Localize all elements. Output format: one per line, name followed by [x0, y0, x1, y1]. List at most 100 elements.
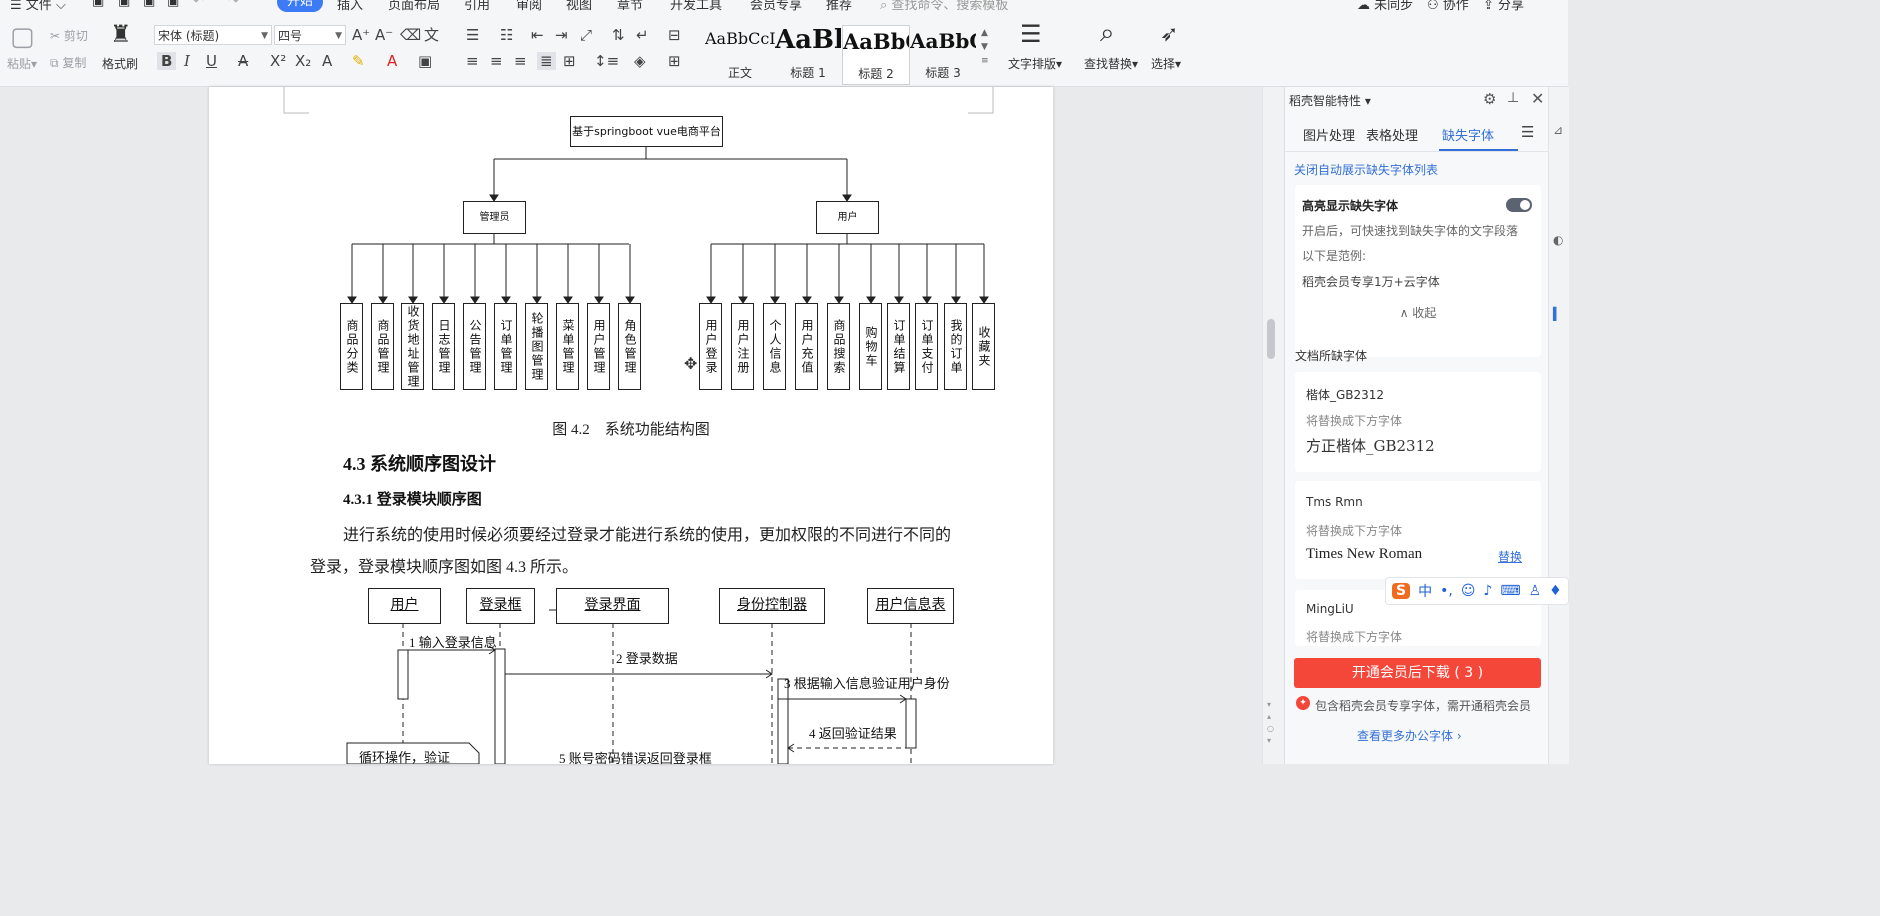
tab-review[interactable]: 审阅	[516, 0, 542, 12]
font-family-select[interactable]: 宋体 (标题) ▼	[154, 25, 272, 45]
document-page[interactable]: 基于springboot vue电商平台 管理员 用户 商品分类 商品管理 收货…	[209, 87, 1053, 766]
scrollbar-thumb[interactable]	[1267, 319, 1275, 359]
format-painter-button[interactable]: 格式刷	[102, 55, 138, 72]
highlight-toggle[interactable]	[1506, 198, 1532, 212]
print-icon[interactable]: ▣	[143, 0, 155, 9]
tab-references[interactable]: 引用	[464, 0, 490, 12]
tab-table-processing[interactable]: 表格处理	[1366, 125, 1418, 144]
collapse-link[interactable]: ∧ 收起	[1295, 304, 1541, 321]
strikethrough-icon[interactable]: A	[238, 52, 248, 70]
cursor-icon[interactable]: ➶	[1160, 22, 1178, 47]
microphone-icon[interactable]: ♪	[1483, 583, 1492, 599]
tab-section[interactable]: 章节	[617, 0, 643, 12]
phonetic-icon[interactable]: 文	[424, 26, 439, 44]
styles-scroll[interactable]: ▲ ▼ ≡	[981, 26, 989, 68]
shading-icon[interactable]: ◈	[634, 52, 646, 70]
decrease-indent-icon[interactable]: ⇤	[531, 26, 544, 44]
tab-image-processing[interactable]: 图片处理	[1303, 125, 1355, 144]
close-auto-show-link[interactable]: 关闭自动展示缺失字体列表	[1294, 161, 1438, 178]
tab-member[interactable]: 会员专享	[750, 0, 802, 12]
save-icon[interactable]: ▣	[92, 0, 104, 9]
char-border-icon[interactable]: ▣	[418, 52, 432, 70]
skin-icon[interactable]: ♦	[1549, 583, 1562, 599]
command-search[interactable]: ⌕ 查找命令、搜索模板	[880, 0, 1008, 12]
bold-icon[interactable]: B	[157, 52, 177, 70]
select-button[interactable]: 选择▾	[1151, 55, 1181, 72]
tab-home[interactable]: 开始	[277, 0, 324, 12]
scroll-arrows[interactable]: ▾ ▴ ○ ▾	[1267, 699, 1274, 747]
collab-button[interactable]: ⚇ 协作	[1427, 0, 1469, 12]
tab-insert[interactable]: 插入	[337, 0, 363, 12]
style-heading2[interactable]: AaBbC 标题 2	[842, 25, 910, 85]
side-tool-icon[interactable]: ◐	[1553, 233, 1563, 247]
line-break-icon[interactable]: ↵	[636, 26, 649, 44]
align-right-icon[interactable]: ≡	[514, 52, 527, 70]
style-normal[interactable]: AaBbCcI 正文	[705, 25, 775, 83]
text-layout-button[interactable]: 文字排版▾	[1008, 55, 1062, 72]
gear-icon[interactable]: ⚙	[1483, 90, 1496, 108]
justify-icon[interactable]: ≣	[537, 52, 556, 70]
download-button[interactable]: 开通会员后下载 ( 3 )	[1294, 658, 1541, 688]
redo-icon[interactable]: ↷	[228, 0, 239, 9]
document-scrollbar[interactable]: ▾ ▴ ○ ▾	[1262, 87, 1285, 764]
text-layout-icon[interactable]: ☰	[1020, 20, 1042, 48]
text-effect-icon[interactable]: A	[322, 52, 332, 70]
style-heading3[interactable]: AaBbC 标题 3	[910, 25, 976, 83]
ime-mode[interactable]: 中	[1418, 581, 1432, 601]
user-icon[interactable]: ♙	[1529, 583, 1542, 599]
undo-icon[interactable]: ↶	[193, 0, 204, 9]
font-color-icon[interactable]: A	[387, 52, 397, 70]
subscript-icon[interactable]: X₂	[295, 52, 311, 70]
ime-toolbar[interactable]: S 中 •, ☺ ♪ ⌨ ♙ ♦	[1385, 577, 1569, 605]
pin-icon[interactable]: ⊥	[1507, 90, 1519, 106]
underline-icon[interactable]: U	[206, 52, 217, 70]
tab-stop-icon[interactable]: ⊟	[668, 26, 681, 44]
borders-icon[interactable]: ⊞	[668, 52, 681, 70]
preview-icon[interactable]: ▣	[167, 0, 179, 9]
superscript-icon[interactable]: X²	[270, 52, 286, 70]
paste-icon[interactable]: ▢	[10, 22, 35, 52]
panel-title[interactable]: 稻壳智能特性 ▾	[1289, 92, 1371, 109]
align-center-icon[interactable]: ≡	[490, 52, 503, 70]
italic-icon[interactable]: I	[184, 52, 190, 70]
find-replace-button[interactable]: 查找替换▾	[1084, 55, 1138, 72]
paste-button[interactable]: 粘贴▾	[7, 55, 37, 72]
tab-missing-fonts[interactable]: 缺失字体	[1442, 125, 1494, 144]
replace-button[interactable]: 替换	[1498, 548, 1522, 565]
close-icon[interactable]: ✕	[1531, 89, 1544, 108]
line-spacing-icon[interactable]: ↕≡	[594, 52, 619, 70]
share-button[interactable]: ⇪ 分享	[1483, 0, 1524, 12]
tab-recommend[interactable]: 推荐	[826, 0, 852, 12]
side-tool-icon[interactable]: ⊿	[1553, 123, 1563, 137]
text-direction-icon[interactable]: ⤢	[580, 26, 592, 44]
shrink-font-icon[interactable]: A⁻	[375, 26, 393, 44]
side-tool-icon[interactable]: ▍	[1553, 307, 1562, 321]
copy-button[interactable]: ⧉ 复制	[50, 54, 86, 71]
tab-view[interactable]: 视图	[566, 0, 592, 12]
cut-button[interactable]: ✂ 剪切	[50, 27, 88, 44]
menu-file[interactable]: ☰ 文件 ⌵	[10, 0, 66, 12]
numbered-list-icon[interactable]: ☷	[500, 26, 513, 44]
align-left-icon[interactable]: ≡	[466, 52, 479, 70]
increase-indent-icon[interactable]: ⇥	[555, 26, 568, 44]
example-label: 以下是范例:	[1302, 249, 1367, 263]
punctuation-icon[interactable]: •,	[1440, 583, 1453, 599]
style-heading1[interactable]: AaBl 标题 1	[775, 25, 841, 83]
menu-icon[interactable]: ☰	[1521, 123, 1534, 141]
format-painter-icon[interactable]: ♜	[110, 20, 132, 48]
bullet-list-icon[interactable]: ☰	[466, 26, 479, 44]
font-size-select[interactable]: 四号 ▼	[274, 25, 346, 45]
find-icon[interactable]: ⌕	[1100, 18, 1115, 49]
sync-status[interactable]: ☁ 未同步	[1357, 0, 1413, 12]
export-icon[interactable]: ▣	[118, 0, 130, 9]
grow-font-icon[interactable]: A⁺	[352, 26, 370, 44]
emoji-icon[interactable]: ☺	[1461, 583, 1476, 599]
distributed-icon[interactable]: ⊞	[563, 52, 576, 70]
highlight-icon[interactable]: ✎	[352, 52, 365, 70]
sort-icon[interactable]: ⇅	[612, 26, 625, 44]
more-fonts-link[interactable]: 查看更多办公字体 ›	[1357, 727, 1462, 744]
keyboard-icon[interactable]: ⌨	[1500, 583, 1520, 599]
tab-layout[interactable]: 页面布局	[388, 0, 440, 12]
tab-developer[interactable]: 开发工具	[670, 0, 722, 12]
clear-format-icon[interactable]: ⌫	[400, 26, 421, 44]
